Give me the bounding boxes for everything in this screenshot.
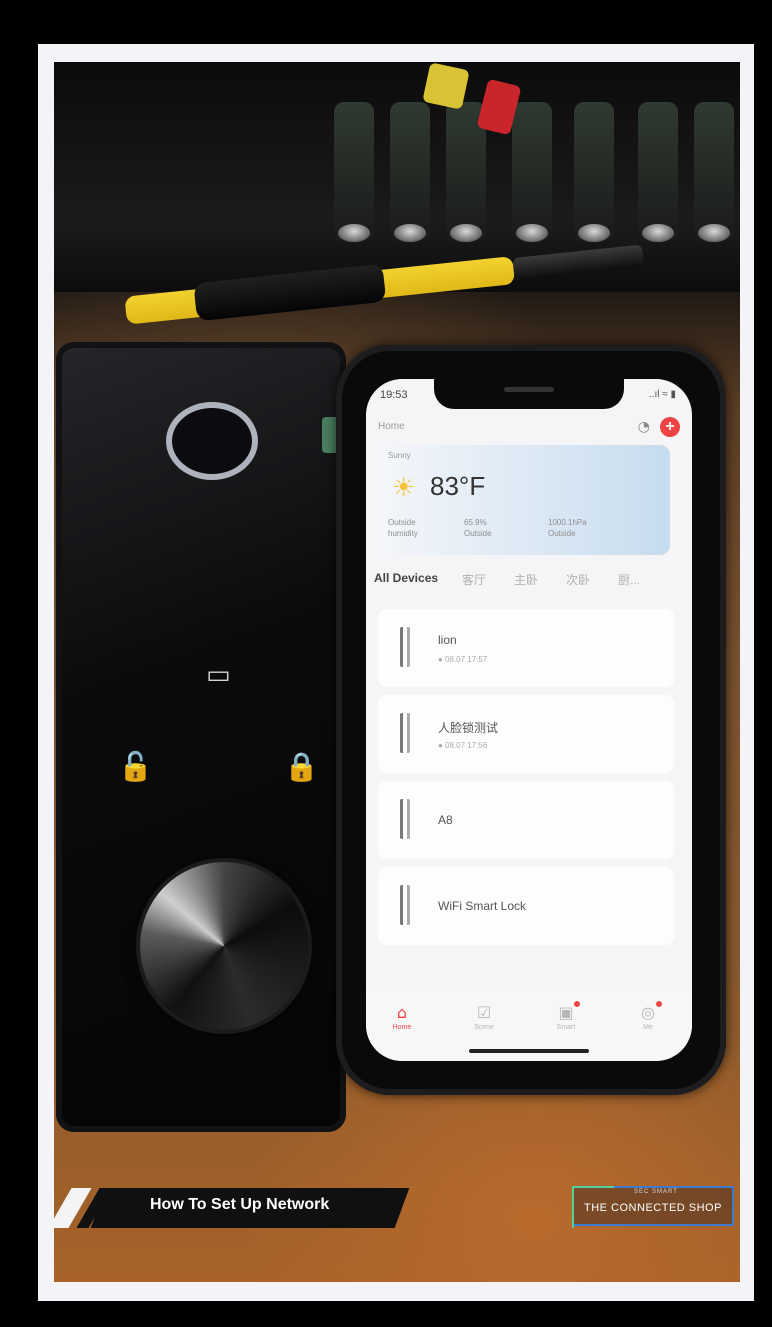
lock-device-icon [400,713,410,753]
scene-icon: ☑ [476,1003,492,1022]
lock-device-icon [400,885,410,925]
weather-stat: 1000.1hPa Outside [548,518,587,538]
bottom-nav: ⌂ Home ☑ Scene ▣ Smart ◎ Me [366,991,692,1061]
brand-name: THE CONNECTED SHOP [584,1202,722,1214]
yellow-marker [422,62,470,110]
nav-scene[interactable]: ☑ Scene [464,1003,504,1031]
smart-icon: ▣ [558,1003,574,1022]
notification-dot [574,1001,580,1007]
brand-logo: SEC SMART THE CONNECTED SHOP [572,1186,734,1228]
video-photo: ▭ 🔓 🔒 19:53 ..ıl ≈ ▮ Home ◔ + Sunny ☀ 83… [54,62,740,1282]
status-time: 19:53 [380,389,408,401]
lock-device-icon [400,627,410,667]
status-icons: ..ıl ≈ ▮ [648,389,676,400]
nav-me[interactable]: ◎ Me [628,1001,668,1031]
notification-dot [656,1001,662,1007]
organizer-slot [694,102,734,242]
organizer-slot [334,102,374,242]
weather-stat: Outside humidity [388,518,418,538]
nav-smart[interactable]: ▣ Smart [546,1001,586,1031]
device-name: A8 [438,813,453,827]
device-status: ● 08.07 17:56 [438,741,488,750]
device-card[interactable]: WiFi Smart Lock [378,867,674,945]
lock-icon: 🔒 [284,750,319,783]
device-name: 人脸锁测试 [438,721,499,735]
device-card[interactable]: A8 [378,781,674,859]
organizer-slot [390,102,430,242]
home-selector[interactable]: Home [378,421,405,432]
card-icon: ▭ [206,660,231,690]
sun-icon: ☀ [392,473,416,503]
unlock-icon: 🔓 [118,750,153,783]
video-title: How To Set Up Network [150,1196,330,1213]
device-status: ● 08.07 17:57 [438,655,488,664]
weather-card: Sunny ☀ 83°F Outside humidity 65.9% Outsid… [378,445,670,555]
device-name: lion [438,633,457,647]
smart-lock-panel: ▭ 🔓 🔒 [56,342,346,1132]
bell-icon[interactable]: ◔ [638,419,650,435]
device-card[interactable]: lion ● 08.07 17:57 [378,609,674,687]
home-indicator [469,1049,589,1053]
me-icon: ◎ [641,1003,655,1022]
device-card[interactable]: 人脸锁测试 ● 08.07 17:56 [378,695,674,773]
home-icon: ⌂ [396,1003,408,1022]
organizer-slot [574,102,614,242]
device-name: WiFi Smart Lock [438,899,527,913]
organizer-slot [512,102,552,242]
tab-all-devices[interactable]: All Devices [374,571,438,585]
tab-room[interactable]: 次卧 [566,571,590,588]
organizer-slot [638,102,678,242]
lock-knob [140,862,308,1030]
phone-notch [434,379,624,409]
tab-room[interactable]: 客厅 [462,571,486,588]
tab-room[interactable]: 厨... [618,571,640,588]
phone: 19:53 ..ıl ≈ ▮ Home ◔ + Sunny ☀ 83°F Out… [336,345,726,1095]
nav-home[interactable]: ⌂ Home [382,1003,422,1031]
weather-stat: 65.9% Outside [464,518,492,538]
lock-device-icon [400,799,410,839]
temperature: 83°F [430,471,486,501]
room-tabs: All Devices 客厅 主卧 次卧 厨... [374,571,684,591]
brand-tag: SEC SMART [634,1189,678,1195]
weather-place: Sunny [388,451,411,460]
phone-screen: 19:53 ..ıl ≈ ▮ Home ◔ + Sunny ☀ 83°F Out… [366,379,692,1061]
tab-room[interactable]: 主卧 [514,571,538,588]
fingerprint-icon [166,402,258,480]
add-icon[interactable]: + [660,417,680,437]
